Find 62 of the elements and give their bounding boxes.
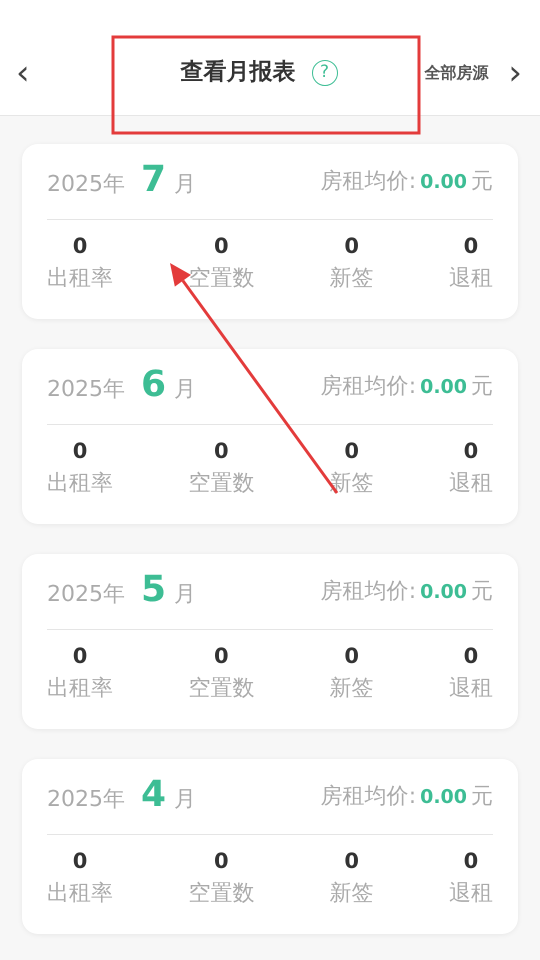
- stat-label: 退租: [448, 880, 493, 908]
- stat-label: 空置数: [188, 675, 254, 704]
- stat-label: 出租率: [47, 880, 113, 908]
- price-value: 0.00: [420, 785, 467, 810]
- stat-value: 0: [72, 234, 88, 260]
- stat-value: 0: [464, 234, 478, 260]
- price-label: 房租均价:: [320, 373, 416, 401]
- month-number: 4: [141, 777, 166, 813]
- stat-label: 退租: [448, 265, 493, 294]
- stat-label: 退租: [448, 675, 493, 704]
- stat-value: 0: [464, 849, 478, 874]
- stat-label: 新签: [330, 880, 374, 908]
- month-unit: 月: [174, 786, 196, 814]
- property-filter[interactable]: 全部房源: [424, 60, 488, 84]
- stat-value: 0: [214, 439, 229, 464]
- report-card[interactable]: 2025年 7 月 房租均价: 0.00 元 0 出租率 0 空置数 0 新签 0 退租: [22, 144, 518, 319]
- year-label: 2025年: [47, 171, 125, 199]
- forward-button[interactable]: ›: [504, 56, 526, 90]
- month-unit: 月: [174, 171, 196, 199]
- report-card[interactable]: 2025年 5 月 房租均价: 0.00 元 0 出租率 0 空置数 0 新签 0 退租: [22, 554, 518, 729]
- back-button[interactable]: ‹: [12, 56, 34, 90]
- stat-value: 0: [72, 644, 88, 670]
- stat-value: 0: [344, 234, 359, 260]
- stat-label: 出租率: [47, 265, 113, 294]
- price-unit: 元: [471, 578, 493, 606]
- year-label: 2025年: [47, 376, 125, 404]
- stat-label: 新签: [330, 675, 374, 704]
- price-value: 0.00: [420, 580, 467, 605]
- stat-value: 0: [72, 439, 88, 464]
- price-unit: 元: [471, 783, 493, 811]
- stat-label: 退租: [448, 470, 493, 498]
- month-number: 7: [141, 162, 166, 198]
- month-unit: 月: [174, 581, 196, 609]
- stat-label: 出租率: [47, 470, 113, 498]
- price-unit: 元: [471, 168, 493, 196]
- price-label: 房租均价:: [320, 168, 416, 196]
- price-label: 房租均价:: [320, 783, 416, 811]
- stat-value: 0: [344, 644, 359, 670]
- stat-label: 空置数: [188, 470, 254, 498]
- page-title: 查看月报表: [180, 58, 296, 88]
- stat-value: 0: [72, 849, 88, 874]
- stat-value: 0: [344, 849, 359, 874]
- stat-value: 0: [464, 439, 478, 464]
- stat-label: 新签: [330, 265, 374, 294]
- stat-value: 0: [214, 234, 229, 260]
- year-label: 2025年: [47, 581, 125, 609]
- stat-label: 出租率: [47, 675, 113, 704]
- report-card[interactable]: 2025年 4 月 房租均价: 0.00 元 0 出租率 0 空置数 0 新签 0 退租: [22, 759, 518, 934]
- month-unit: 月: [174, 376, 196, 404]
- price-value: 0.00: [420, 375, 467, 400]
- year-label: 2025年: [47, 786, 125, 814]
- stat-value: 0: [344, 439, 359, 464]
- stat-value: 0: [214, 849, 229, 874]
- stat-value: 0: [464, 644, 478, 670]
- stat-label: 空置数: [188, 880, 254, 908]
- price-unit: 元: [471, 373, 493, 401]
- month-number: 5: [141, 572, 166, 608]
- month-number: 6: [141, 367, 166, 403]
- price-label: 房租均价:: [320, 578, 416, 606]
- price-value: 0.00: [420, 170, 467, 195]
- stat-value: 0: [214, 644, 229, 670]
- stat-label: 空置数: [188, 265, 254, 294]
